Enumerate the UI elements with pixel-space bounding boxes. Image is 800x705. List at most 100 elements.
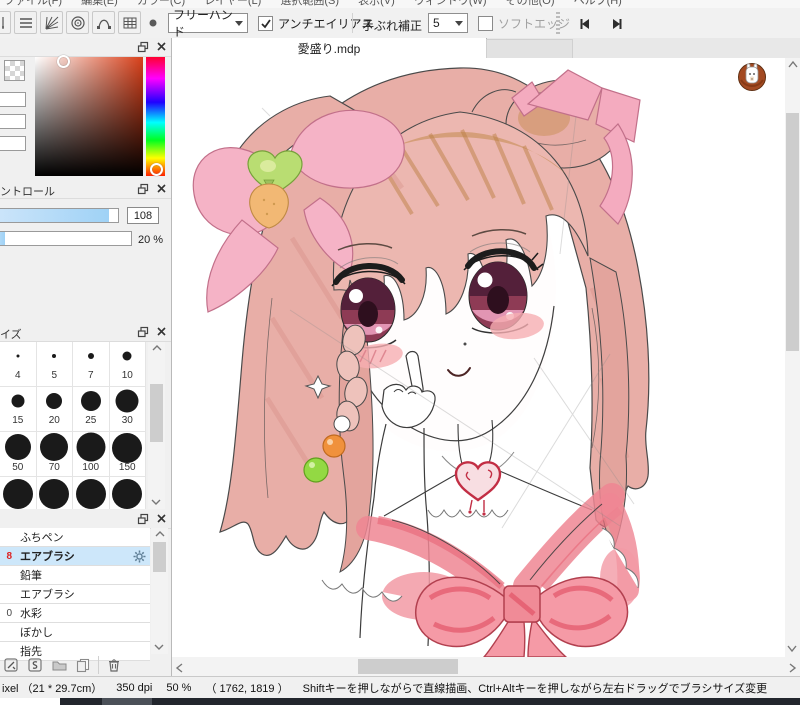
scroll-up-icon[interactable] <box>787 60 799 69</box>
brush-item[interactable]: エアブラシ <box>0 585 150 604</box>
size-option[interactable]: 30 <box>109 387 146 432</box>
size-option[interactable] <box>73 477 110 509</box>
scroll-up-icon[interactable] <box>151 344 163 352</box>
next-canvas-button[interactable] <box>604 12 630 35</box>
size-panel-header: サイズ <box>0 323 171 342</box>
scroll-down-icon[interactable] <box>786 644 798 653</box>
canvas-hscrollbar[interactable] <box>172 657 800 676</box>
tool-mode-select[interactable]: フリーハンド <box>168 8 248 38</box>
close-panel-icon[interactable] <box>156 513 167 524</box>
curve-snap-icon[interactable] <box>92 11 115 34</box>
menu-window[interactable]: ウィンドウ(W) <box>414 0 487 7</box>
transparent-color-swatch[interactable] <box>4 60 25 81</box>
size-option[interactable]: 7 <box>73 342 110 387</box>
grid-snap-icon[interactable] <box>118 11 141 34</box>
size-option[interactable]: 25 <box>73 387 110 432</box>
stabilizer-select[interactable]: 5 <box>428 13 468 33</box>
scrollbar-thumb[interactable] <box>786 113 799 351</box>
chevron-down-icon <box>235 20 243 26</box>
close-panel-icon[interactable] <box>156 41 167 52</box>
menu-layer[interactable]: レイヤー(L) <box>204 0 261 7</box>
next-canvas-icon <box>613 18 622 29</box>
scroll-left-icon[interactable] <box>175 662 184 674</box>
menu-view[interactable]: 表示(V) <box>358 0 395 7</box>
color-value-field[interactable] <box>0 136 26 151</box>
size-option[interactable] <box>0 477 37 509</box>
menu-other[interactable]: その他(O) <box>506 0 555 7</box>
scrollbar-thumb[interactable] <box>153 542 166 572</box>
delete-brush-icon[interactable] <box>105 656 123 674</box>
canvas-artwork <box>192 67 650 657</box>
size-option[interactable] <box>109 477 146 509</box>
canvas-vscrollbar[interactable] <box>785 58 800 657</box>
brush-item[interactable]: 鉛筆 <box>0 566 150 585</box>
saturation-value-picker[interactable] <box>35 55 143 176</box>
hue-slider[interactable] <box>146 57 165 176</box>
brush-item[interactable]: ぼかし <box>0 623 150 642</box>
size-option[interactable]: 5 <box>36 342 73 387</box>
brush-list-scrollbar[interactable] <box>151 528 168 654</box>
size-option[interactable]: 15 <box>0 387 37 432</box>
duplicate-brush-icon[interactable] <box>74 656 92 674</box>
brush-size-value[interactable]: 108 <box>127 207 159 224</box>
brush-item-selected[interactable]: 8 エアブラシ <box>0 547 150 566</box>
stabilizer-value: 5 <box>433 16 440 30</box>
scroll-up-icon[interactable] <box>154 530 166 538</box>
menu-file[interactable]: ファイル(F) <box>4 0 62 7</box>
brush-settings-gear-icon[interactable] <box>133 550 146 563</box>
color-value-field[interactable] <box>0 114 26 129</box>
hue-cursor[interactable] <box>150 163 163 176</box>
add-script-brush-icon[interactable] <box>26 656 44 674</box>
parallel-vertical-snap-icon[interactable] <box>0 11 11 34</box>
control-panel-header: コントロール <box>0 180 171 199</box>
menu-help[interactable]: ヘルプ(H) <box>574 0 622 7</box>
size-option[interactable]: 20 <box>36 387 73 432</box>
brush-folder-icon[interactable] <box>50 656 68 674</box>
float-panel-icon[interactable] <box>137 183 149 195</box>
brush-item[interactable]: 0 水彩 <box>0 604 150 623</box>
taskbar-app-segment <box>102 698 152 705</box>
snap-point-icon[interactable] <box>144 11 162 34</box>
scroll-down-icon[interactable] <box>153 643 165 651</box>
menu-color[interactable]: カラー(C) <box>137 0 185 7</box>
canvas-region: 愛盛り.mdp <box>172 38 800 676</box>
canvas-tab-bar: 愛盛り.mdp <box>172 38 800 59</box>
scrollbar-thumb[interactable] <box>150 384 163 442</box>
size-option[interactable]: 70 <box>36 432 73 477</box>
scroll-right-icon[interactable] <box>788 662 797 674</box>
prev-canvas-button[interactable] <box>572 12 598 35</box>
size-option[interactable]: 10 <box>109 342 146 387</box>
toolbar-separator <box>352 13 353 33</box>
canvas-tab-active[interactable]: 愛盛り.mdp <box>172 38 487 58</box>
float-panel-icon[interactable] <box>137 41 149 53</box>
opacity-slider[interactable] <box>0 231 132 246</box>
float-panel-icon[interactable] <box>137 513 149 525</box>
scrollbar-thumb[interactable] <box>358 659 458 674</box>
menu-edit[interactable]: 編集(E) <box>81 0 118 7</box>
toolbar-drag-handle[interactable] <box>556 12 560 34</box>
close-panel-icon[interactable] <box>156 326 167 337</box>
brush-size-slider[interactable] <box>0 208 119 223</box>
vanishing-point-snap-icon[interactable] <box>40 11 63 34</box>
sv-cursor[interactable] <box>57 55 70 68</box>
size-option[interactable]: 150 <box>109 432 146 477</box>
size-panel-scrollbar[interactable] <box>148 342 165 509</box>
close-panel-icon[interactable] <box>156 183 167 194</box>
checkbox-unchecked-icon <box>478 16 493 31</box>
drawing-canvas[interactable] <box>172 58 785 657</box>
color-value-field[interactable] <box>0 92 26 107</box>
concentric-circle-snap-icon[interactable] <box>66 11 89 34</box>
size-option[interactable] <box>36 477 73 509</box>
firealpaca-window: ファイル(F) 編集(E) カラー(C) レイヤー(L) 選択範囲(S) 表示(… <box>0 0 800 705</box>
parallel-snap-icon[interactable] <box>14 11 37 34</box>
add-brush-icon[interactable] <box>2 656 20 674</box>
brush-item[interactable]: ふちペン <box>0 528 150 547</box>
size-option[interactable]: 100 <box>73 432 110 477</box>
menu-select[interactable]: 選択範囲(S) <box>280 0 339 7</box>
scroll-down-icon[interactable] <box>150 498 162 506</box>
size-option[interactable]: 50 <box>0 432 37 477</box>
antialias-checkbox[interactable]: アンチエイリアス <box>258 15 374 32</box>
size-option[interactable]: 4 <box>0 342 37 387</box>
status-coords: （ 1762, 1819 ） <box>205 683 289 695</box>
float-panel-icon[interactable] <box>137 326 149 338</box>
